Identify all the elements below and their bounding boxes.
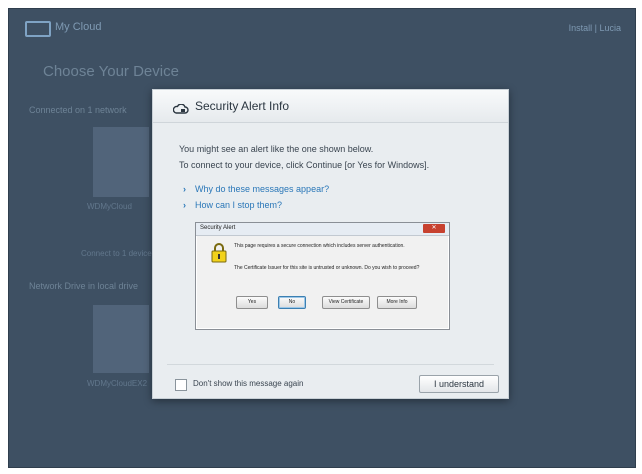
- chevron-right-icon: ›: [183, 200, 186, 210]
- alert-message: This page requires a secure connection w…: [234, 243, 405, 249]
- close-icon: ✕: [423, 224, 445, 233]
- section-heading: Network Drive in local drive: [29, 281, 139, 291]
- page-title: Choose Your Device: [43, 63, 179, 80]
- divider: [167, 364, 494, 365]
- i-understand-button[interactable]: I understand: [419, 375, 499, 393]
- logo-icon: [25, 21, 51, 37]
- padlock-warning-icon: [210, 243, 228, 268]
- alert-title: Security Alert: [200, 225, 236, 231]
- device-image: [93, 305, 149, 373]
- why-messages-link[interactable]: › Why do these messages appear?: [183, 184, 329, 194]
- link-label: Why do these messages appear?: [195, 184, 330, 194]
- device-image: [93, 127, 149, 197]
- dont-show-checkbox[interactable]: [175, 379, 187, 391]
- user-link: Install | Lucia: [568, 23, 621, 33]
- section-heading: Connected on 1 network: [29, 105, 127, 115]
- security-alert-dialog: Security Alert Info You might see an ale…: [152, 89, 509, 399]
- app-window: My Cloud Install | Lucia Choose Your Dev…: [8, 8, 636, 468]
- example-yes-button: Yes: [236, 296, 268, 309]
- device-caption: WDMyCloud: [87, 202, 132, 211]
- example-view-certificate-button: View Certificate: [322, 296, 370, 309]
- intro-text: To connect to your device, click Continu…: [179, 160, 430, 170]
- intro-text: You might see an alert like the one show…: [179, 144, 374, 154]
- device-caption: WDMyCloudEX2: [87, 379, 148, 388]
- example-more-info-button: More Info: [377, 296, 417, 309]
- app-title: My Cloud: [55, 21, 102, 33]
- how-stop-link[interactable]: › How can I stop them?: [183, 200, 282, 210]
- alert-message: The Certificate Issuer for this site is …: [234, 265, 420, 271]
- app-header: My Cloud Install | Lucia: [9, 9, 635, 49]
- dialog-header: Security Alert Info: [153, 90, 508, 123]
- security-alert-example: Security Alert ✕ This page requires a se…: [195, 222, 450, 330]
- dont-show-label[interactable]: Don't show this message again: [193, 379, 303, 388]
- link-label: How can I stop them?: [195, 200, 283, 210]
- device-caption: Connect to 1 device: [81, 249, 152, 258]
- chevron-right-icon: ›: [183, 184, 186, 194]
- alert-titlebar: Security Alert ✕: [196, 223, 449, 236]
- example-no-button: No: [278, 296, 306, 309]
- dialog-title: Security Alert Info: [195, 99, 290, 113]
- cloud-lock-icon: [172, 101, 189, 119]
